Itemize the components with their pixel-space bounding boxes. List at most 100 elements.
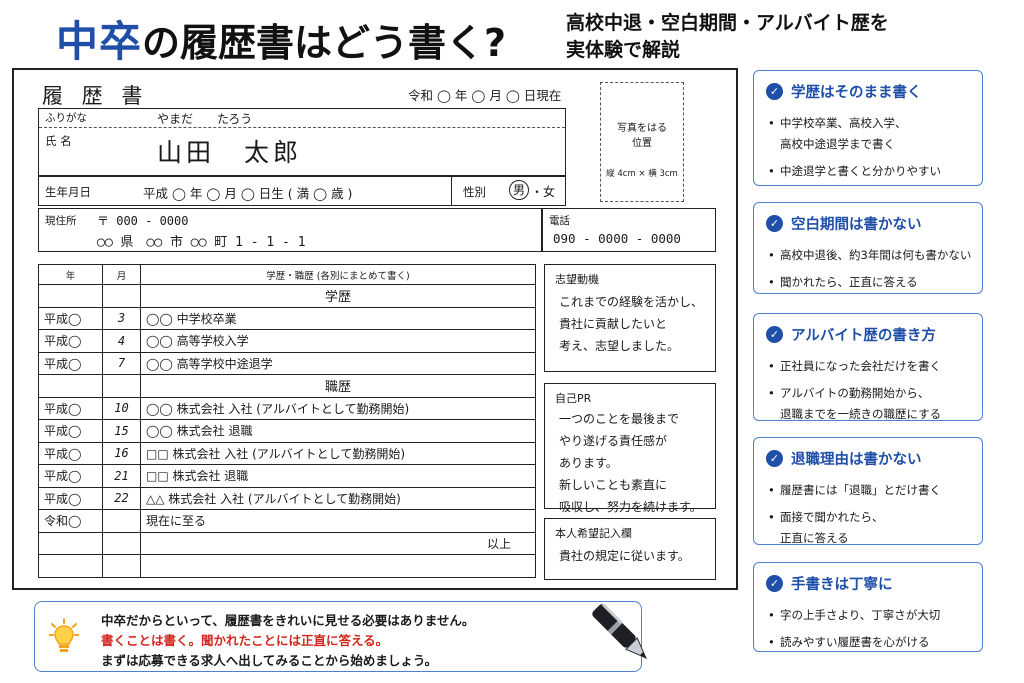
tip-card-item: • 履歴書には「退職」とだけ書く <box>768 480 941 501</box>
tip-card-item-text: 聞かれたら、正直に答える <box>780 275 918 289</box>
tip-card-item: • 中途退学と書くと分かりやすい <box>768 161 941 182</box>
tip-card-item: • アルバイトの勤務開始から、 <box>768 383 941 404</box>
phone-value: 090 - 0000 - 0000 <box>553 231 681 246</box>
history-empty-cell <box>102 554 141 578</box>
history-year: 平成◯ <box>38 419 103 443</box>
address-value: ◯◯ 県 ◯◯ 市 ◯◯ 町 1 - 1 - 1 <box>97 235 306 250</box>
history-month: 10 <box>102 396 141 420</box>
history-month: 22 <box>102 486 141 510</box>
pr-lines-item: 一つのことを最後まで <box>559 412 680 426</box>
history-empty-cell <box>102 374 141 398</box>
self-pr-title: 自己PR <box>555 392 592 405</box>
self-pr-box: 自己PR 一つのことを最後まで やり遂げる責任感が あります。 新しいことも素直に 吸収… <box>544 383 716 514</box>
address-label: 現住所 <box>45 215 77 227</box>
history-content: □□ 株式会社 退職 <box>140 464 536 488</box>
history-month: 16 <box>102 441 141 465</box>
history-content: □□ 株式会社 入社 (アルバイトとして勤務開始) <box>140 441 536 465</box>
tip-card-item-text: 字の上手さより、丁寧さが大切 <box>780 608 941 622</box>
tip-card-header: ✓ 手書きは丁寧に <box>766 573 893 594</box>
tip-card-header: ✓ 退職理由は書かない <box>766 448 922 469</box>
motivation-box: 志望動機 これまでの経験を活かし、 貴社に貢献したいと 考え、志望しました。 <box>544 264 716 372</box>
pr-lines-item: 吸収し、努力を続けます。 <box>559 500 702 514</box>
advice-note: 中卒だからといって、履歴書をきれいに見せる必要はありません。 書くことは書く。聞… <box>34 601 642 672</box>
photo-text-1: 写真をはる <box>617 123 667 134</box>
history-row: 平成◯ 21 □□ 株式会社 退職 <box>38 464 536 488</box>
tip-card-item: 正直に答える <box>768 528 941 549</box>
page-title: 中卒の履歴書はどう書く? <box>56 8 506 69</box>
col-header-month: 月 <box>102 264 141 285</box>
history-month: 4 <box>102 329 141 353</box>
history-content: ◯◯ 株式会社 退職 <box>140 419 536 443</box>
history-year: 平成◯ <box>38 329 103 353</box>
phone-box: 電話 090 - 0000 - 0000 <box>542 208 716 252</box>
col-header-year: 年 <box>38 264 103 285</box>
check-circle-icon: ✓ <box>766 326 783 343</box>
check-circle-icon: ✓ <box>766 575 783 592</box>
name-label: 氏 名 <box>45 134 72 148</box>
tip-card-item-text: 面接で聞かれたら、 <box>780 510 884 524</box>
history-year: 令和◯ <box>38 509 103 533</box>
history-empty-cell <box>102 531 141 555</box>
history-row: 平成◯ 3 ◯◯ 中学校卒業 <box>38 306 536 330</box>
page-subtitle: 高校中退・空白期間・アルバイト歴を 実体験で解説 <box>566 10 889 64</box>
tip-card-item-text: 読みやすい履歴書を心がける <box>780 635 930 649</box>
tip-card: ✓ 退職理由は書かない • 履歴書には「退職」とだけ書く • 面接で聞かれたら、 正直に答え… <box>753 437 983 545</box>
tip-card-list: • 中学校卒業、高校入学、 高校中途退学まで書く • 中途退学と書くと分かりやすい <box>768 113 941 182</box>
history-content: ◯◯ 株式会社 入社 (アルバイトとして勤務開始) <box>140 396 536 420</box>
page-subtitle-line-2: 実体験で解説 <box>566 39 681 61</box>
gender-male-circled: 男 <box>509 180 529 200</box>
tip-card-item: 退職までを一続きの職歴にする <box>768 404 941 425</box>
bullet-dot-icon: • <box>768 608 775 622</box>
history-year: 平成◯ <box>38 486 103 510</box>
bullet-dot-icon: • <box>768 359 775 373</box>
motivation-lines-item: これまでの経験を活かし、 <box>559 295 704 309</box>
page-subtitle-line-1: 高校中退・空白期間・アルバイト歴を <box>566 12 889 34</box>
page-title-highlight: 中卒 <box>56 17 143 66</box>
history-content: ◯◯ 高等学校中途退学 <box>140 351 536 375</box>
history-empty-cell <box>38 374 103 398</box>
tip-card-title: 学歴はそのまま書く <box>791 85 922 101</box>
history-row: 以上 <box>38 531 536 555</box>
history-content: △△ 株式会社 入社 (アルバイトとして勤務開始) <box>140 486 536 510</box>
history-empty-cell <box>140 554 536 578</box>
gender-separator: ・ <box>531 185 544 199</box>
tip-card-item: • 高校中退後、約3年間は何も書かない <box>768 245 971 266</box>
tip-card-title: 手書きは丁寧に <box>791 577 893 593</box>
resume-title: 履 歴 書 <box>42 84 149 108</box>
tip-card: ✓ アルバイト歴の書き方 • 正社員になった会社だけを書く • アルバイトの勤務開始から、… <box>753 313 983 421</box>
pen-icon <box>592 603 648 660</box>
history-year: 平成◯ <box>38 306 103 330</box>
pr-lines-item: 新しいことも素直に <box>559 478 668 492</box>
birth-box: 生年月日 平成 ◯ 年 ◯ 月 ◯ 日生 ( 満 ◯ 歳 ) 性別 男 ・ 女 <box>38 176 566 206</box>
bullet-dot-icon: • <box>768 635 775 649</box>
tip-card-title: 空白期間は書かない <box>791 217 922 233</box>
history-month: 3 <box>102 306 141 330</box>
history-month <box>102 509 141 533</box>
check-circle-icon: ✓ <box>766 215 783 232</box>
bullet-dot-icon: • <box>768 248 775 262</box>
photo-text-2: 位置 <box>632 138 652 149</box>
history-row: 平成◯ 16 □□ 株式会社 入社 (アルバイトとして勤務開始) <box>38 441 536 465</box>
tip-card-item-text: 履歴書には「退職」とだけ書く <box>780 483 941 497</box>
furigana-value: やまだ たろう <box>157 112 253 126</box>
history-month: 15 <box>102 419 141 443</box>
gender-female: 女 <box>543 185 556 199</box>
address-box: 現住所 〒 000 - 0000 ◯◯ 県 ◯◯ 市 ◯◯ 町 1 - 1 - … <box>38 208 542 252</box>
tip-card-item-text: 退職までを一続きの職歴にする <box>780 407 942 421</box>
tip-card: ✓ 学歴はそのまま書く • 中学校卒業、高校入学、 高校中途退学まで書く • 中途退学と書く… <box>753 70 983 186</box>
motivation-lines-item: 貴社に貢献したいと <box>559 317 668 331</box>
request-title: 本人希望記入欄 <box>555 527 632 540</box>
history-section-title: 職歴 <box>140 374 536 398</box>
tip-card-item: • 聞かれたら、正直に答える <box>768 272 971 293</box>
tip-card-list: • 正社員になった会社だけを書く • アルバイトの勤務開始から、 退職までを一続きの職歴… <box>768 356 941 425</box>
history-row: 令和◯ 現在に至る <box>38 509 536 533</box>
history-content: ◯◯ 高等学校入学 <box>140 329 536 353</box>
history-empty-cell <box>102 284 141 308</box>
tip-card: ✓ 手書きは丁寧に • 字の上手さより、丁寧さが大切 • 読みやすい履歴書を心がける <box>753 562 983 652</box>
history-section-row: 学歴 <box>38 284 536 308</box>
photo-size: 縦 4cm × 横 3cm <box>606 169 678 179</box>
bullet-dot-icon: • <box>768 510 775 524</box>
tip-card-item-text: 高校中退後、約3年間は何も書かない <box>780 248 972 262</box>
pr-lines-item: やり遂げる責任感が <box>559 434 668 448</box>
bullet-dot-icon: • <box>768 483 775 497</box>
